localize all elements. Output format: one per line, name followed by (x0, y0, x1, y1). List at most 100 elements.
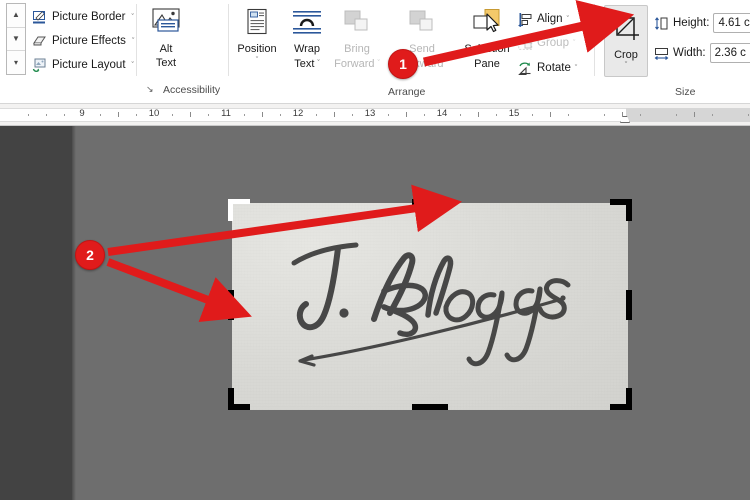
chevron-down-icon: ˇ (446, 59, 449, 67)
ruler-number: 10 (148, 108, 160, 119)
picture-effects-button[interactable]: Picture Effects ˇ (30, 29, 148, 53)
group-button: Group ˇ (518, 32, 575, 54)
gallery-more-icon[interactable]: ▾ (7, 51, 25, 74)
picture-effects-icon (32, 34, 47, 49)
ruler-subtick (136, 114, 137, 116)
ruler-subtick (424, 114, 425, 116)
ruler-margin-area (626, 108, 750, 122)
crop-handle-bottom-center[interactable] (412, 404, 448, 410)
position-label: Position (237, 43, 277, 55)
height-input[interactable]: 4.61 c (713, 13, 750, 33)
selection-pane-button[interactable]: Selection Pane (458, 4, 516, 76)
picture-styles-gallery-spinner[interactable]: ▲ ▼ ▾ (6, 3, 26, 75)
ruler-subtick (496, 114, 497, 116)
annotation-badge-1: 1 (388, 49, 418, 79)
annotation-badge-2: 2 (75, 240, 105, 270)
picture-border-label: Picture Border (52, 11, 126, 23)
send-backward-icon (407, 8, 437, 41)
ruler-subtick (172, 114, 173, 116)
picture-border-button[interactable]: Picture Border ˇ (30, 5, 148, 29)
picture-height-control[interactable]: Height: 4.61 c (654, 12, 750, 34)
bring-forward-icon (342, 8, 372, 41)
group-label: Group (537, 37, 569, 49)
ruler-subtick (208, 114, 209, 116)
crop-button[interactable]: Crop ˇ (604, 5, 648, 77)
selection-pane-icon (470, 8, 504, 41)
chevron-down-icon[interactable]: ˇ (575, 65, 577, 72)
ruler-tick (550, 112, 551, 117)
ruler-tick (190, 112, 191, 117)
chevron-down-icon[interactable]: ˇ (317, 60, 319, 67)
crop-handle-top-left[interactable] (228, 199, 250, 221)
gallery-scroll-down-icon[interactable]: ▼ (7, 28, 25, 52)
width-input[interactable]: 2.36 c (709, 43, 750, 63)
crop-handle-top-right[interactable] (610, 199, 632, 221)
chevron-down-icon[interactable]: ˇ (132, 14, 134, 21)
alt-text-label-line1: Alt (159, 43, 173, 55)
ruler-number: 9 (79, 108, 85, 119)
ruler-subtick (748, 114, 749, 116)
ruler-subtick (352, 114, 353, 116)
ruler-subtick (28, 114, 29, 116)
picture-width-control[interactable]: Width: 2.36 c (654, 42, 750, 64)
picture-layout-button[interactable]: Picture Layout ˇ (30, 53, 148, 77)
ruler-number: 11 (221, 108, 231, 119)
position-icon (244, 8, 270, 41)
alt-text-button[interactable]: Alt Text (140, 4, 192, 74)
align-icon (518, 12, 533, 27)
ruler-tick (334, 112, 335, 117)
ruler-number: 15 (508, 108, 520, 119)
accessibility-dialog-launcher-icon[interactable]: ↘ (146, 84, 154, 95)
crop-handle-middle-right[interactable] (626, 290, 632, 320)
arrange-group-label: Arrange (388, 86, 426, 98)
ruler-subtick (604, 114, 605, 116)
ruler-number: 14 (436, 108, 448, 119)
ruler-subtick (100, 114, 101, 116)
ruler-tick (262, 112, 263, 117)
ruler-subtick (676, 114, 677, 116)
ruler-subtick (280, 114, 281, 116)
ruler-subtick (532, 114, 533, 116)
alt-text-label-line2: Text (155, 57, 177, 69)
size-group-label: Size (675, 86, 696, 98)
chevron-down-icon[interactable]: ˇ (567, 16, 569, 23)
picture-layout-icon (32, 58, 47, 73)
chevron-down-icon[interactable]: ˇ (625, 62, 627, 69)
bring-forward-label-line2: Forward (334, 57, 375, 70)
width-icon (654, 46, 669, 61)
position-button[interactable]: Position ˇ (230, 4, 284, 76)
ruler-subtick (316, 114, 317, 116)
chevron-down-icon[interactable]: ˇ (256, 57, 258, 64)
crop-handle-bottom-left[interactable] (228, 388, 250, 410)
align-button[interactable]: Align ˇ (518, 8, 569, 30)
selection-pane-label-line1: Selection (464, 43, 510, 55)
ruler-number: 12 (292, 108, 304, 119)
crop-shade-left (0, 126, 76, 500)
ruler-subtick (244, 114, 245, 116)
signature-strokes (291, 242, 571, 367)
rotate-button[interactable]: Rotate ˇ (518, 57, 577, 79)
crop-handle-bottom-right[interactable] (610, 388, 632, 410)
gallery-scroll-up-icon[interactable]: ▲ (7, 4, 25, 28)
bring-forward-label-line1: Bring (344, 43, 370, 55)
ruler-tick (406, 112, 407, 117)
wrap-text-button[interactable]: Wrap Text ˇ (280, 4, 334, 76)
ruler-subtick (712, 114, 713, 116)
ruler-subtick (640, 114, 641, 116)
chevron-down-icon: ˇ (572, 39, 576, 47)
signature-image[interactable] (232, 203, 628, 410)
crop-handle-middle-left[interactable] (228, 290, 234, 320)
document-canvas[interactable] (0, 126, 750, 500)
ruler-subtick (568, 114, 569, 116)
chevron-down-icon[interactable]: ˇ (132, 62, 134, 69)
group-separator (228, 4, 229, 76)
chevron-down-icon[interactable]: ˇ (132, 38, 134, 45)
height-icon (654, 16, 669, 31)
horizontal-ruler[interactable]: 9 10 11 12 13 14 15 (0, 104, 750, 126)
width-label: Width: (673, 47, 706, 59)
wrap-text-icon (292, 8, 322, 41)
crop-handle-top-center[interactable] (412, 199, 448, 205)
rotate-label: Rotate (537, 62, 571, 74)
accessibility-group-label: Accessibility (163, 84, 221, 96)
wrap-text-label-line1: Wrap (293, 43, 321, 55)
